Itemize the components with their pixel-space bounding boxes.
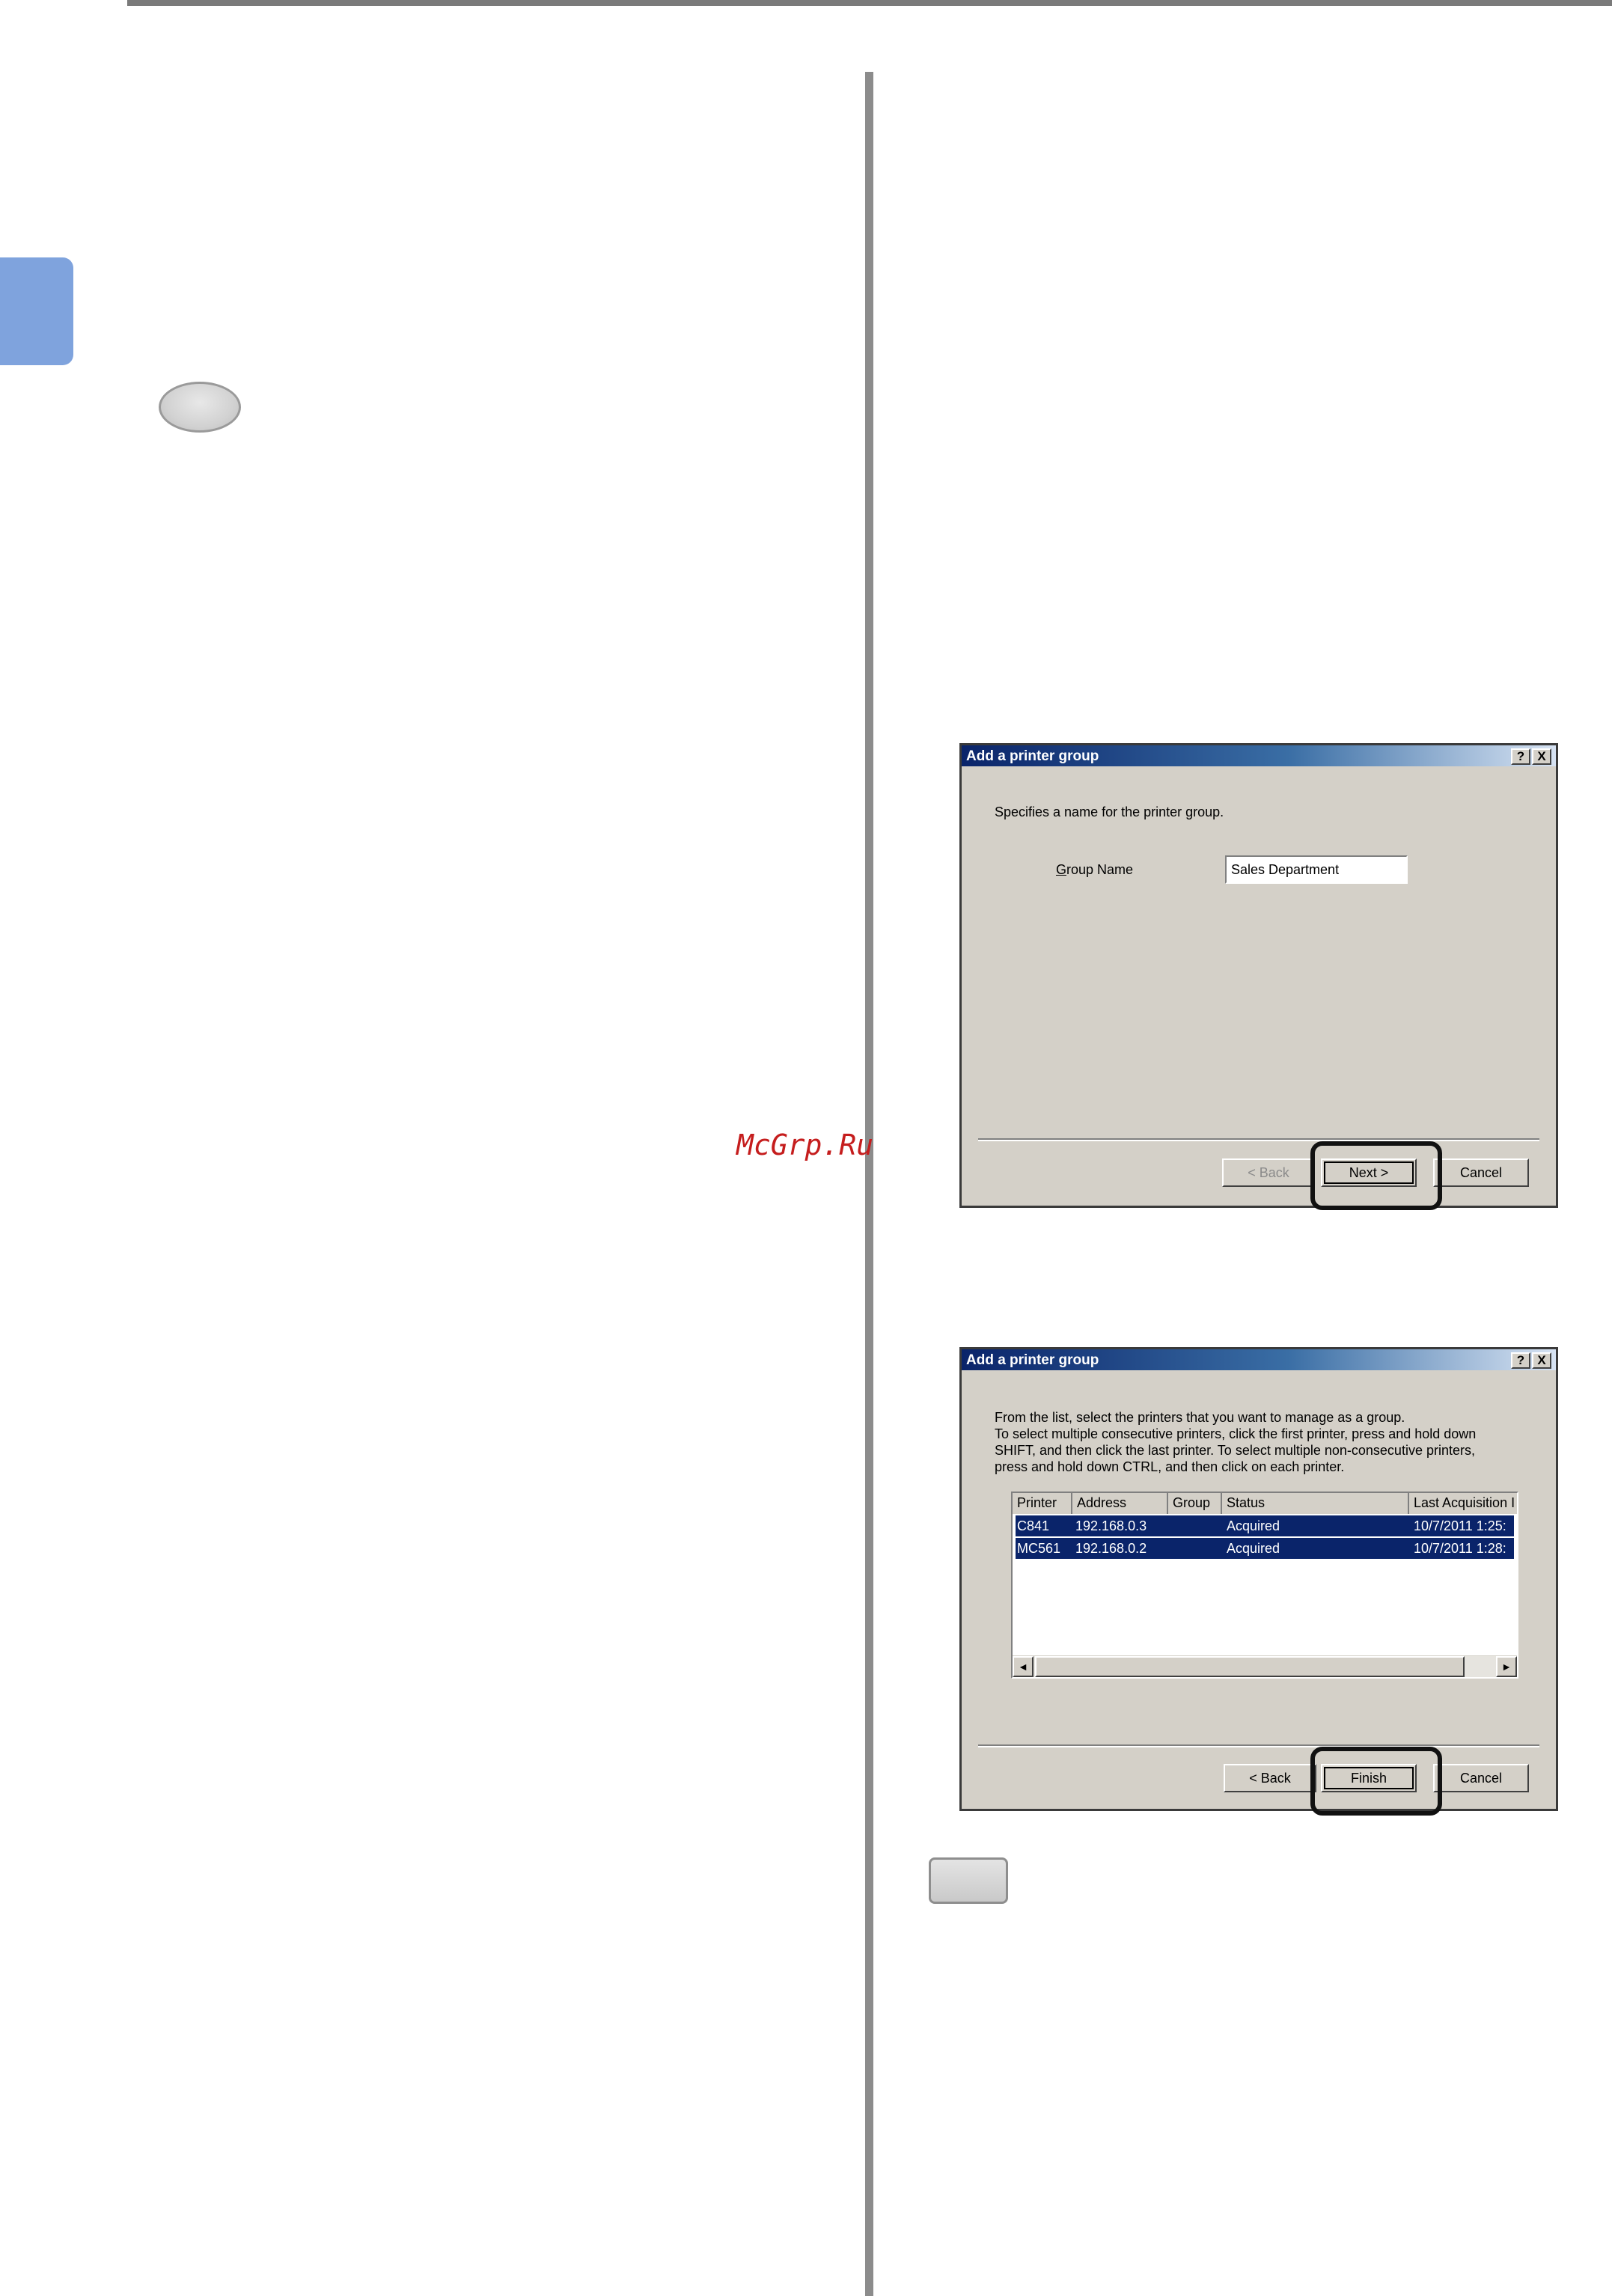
button-separator	[978, 1744, 1539, 1747]
help-icon[interactable]: ?	[1511, 1352, 1530, 1369]
cell-status: Acquired	[1227, 1518, 1280, 1533]
column-header-last-acquisition[interactable]: Last Acquisition I	[1409, 1493, 1517, 1514]
cell-address: 192.168.0.3	[1075, 1518, 1147, 1533]
cancel-button[interactable]: Cancel	[1433, 1764, 1529, 1792]
instruction-line: To select multiple consecutive printers,…	[995, 1426, 1477, 1441]
horizontal-scrollbar[interactable]: ◄ ►	[1013, 1655, 1517, 1677]
chapter-tab	[0, 257, 73, 365]
highlight-frame	[1310, 1747, 1442, 1816]
cell-printer: C841	[1017, 1518, 1050, 1533]
group-name-label: Group Name	[1056, 862, 1133, 878]
list-header: Printer Address Group Status Last Acquis…	[1013, 1493, 1517, 1514]
group-name-label-rest: roup Name	[1066, 862, 1134, 877]
back-button[interactable]: < Back	[1222, 1158, 1315, 1187]
note-oval-icon	[159, 382, 241, 433]
instruction-line: press and hold down CTRL, and then click…	[995, 1459, 1345, 1474]
dialog-title: Add a printer group	[966, 748, 1099, 764]
top-rule	[127, 0, 1612, 6]
scroll-left-icon[interactable]: ◄	[1013, 1656, 1034, 1677]
help-icon[interactable]: ?	[1511, 748, 1530, 765]
add-printer-group-dialog-select: Add a printer group ? X From the list, s…	[959, 1347, 1558, 1816]
add-printer-group-dialog-name: Add a printer group ? X Specifies a name…	[959, 743, 1558, 1210]
cancel-button[interactable]: Cancel	[1433, 1158, 1529, 1187]
scrollbar-thumb[interactable]	[1035, 1656, 1465, 1677]
memo-badge-icon	[929, 1857, 1008, 1904]
close-icon[interactable]: X	[1532, 748, 1551, 765]
column-header-status[interactable]: Status	[1222, 1493, 1409, 1514]
close-icon[interactable]: X	[1532, 1352, 1551, 1369]
back-button[interactable]: < Back	[1224, 1764, 1316, 1792]
dialog-titlebar: Add a printer group ? X	[962, 1349, 1556, 1370]
cell-last-acquisition: 10/7/2011 1:25:	[1414, 1518, 1506, 1533]
scroll-right-icon[interactable]: ►	[1496, 1656, 1517, 1677]
group-name-label-accel: G	[1056, 862, 1067, 877]
cell-printer: MC561	[1017, 1541, 1061, 1556]
cell-status: Acquired	[1227, 1541, 1280, 1556]
column-header-address[interactable]: Address	[1072, 1493, 1168, 1514]
instruction-line: From the list, select the printers that …	[995, 1410, 1405, 1425]
dialog-titlebar: Add a printer group ? X	[962, 745, 1556, 766]
dialog-instructions: From the list, select the printers that …	[995, 1409, 1533, 1475]
dialog-prompt: Specifies a name for the printer group.	[995, 804, 1224, 819]
instruction-line: SHIFT, and then click the last printer. …	[995, 1443, 1475, 1458]
cell-last-acquisition: 10/7/2011 1:28:	[1414, 1541, 1506, 1556]
printer-list[interactable]: Printer Address Group Status Last Acquis…	[1011, 1492, 1518, 1679]
dialog-title: Add a printer group	[966, 1352, 1099, 1368]
cell-address: 192.168.0.2	[1075, 1541, 1147, 1556]
group-name-input[interactable]	[1225, 855, 1408, 884]
column-header-group[interactable]: Group	[1168, 1493, 1222, 1514]
table-row[interactable]: C841 192.168.0.3 Acquired 10/7/2011 1:25…	[1016, 1515, 1514, 1536]
button-separator	[978, 1138, 1539, 1141]
column-divider	[865, 72, 873, 2296]
table-row[interactable]: MC561 192.168.0.2 Acquired 10/7/2011 1:2…	[1016, 1538, 1514, 1559]
highlight-frame	[1310, 1141, 1442, 1210]
watermark: McGrp.Ru	[736, 1129, 874, 1161]
column-header-printer[interactable]: Printer	[1013, 1493, 1072, 1514]
